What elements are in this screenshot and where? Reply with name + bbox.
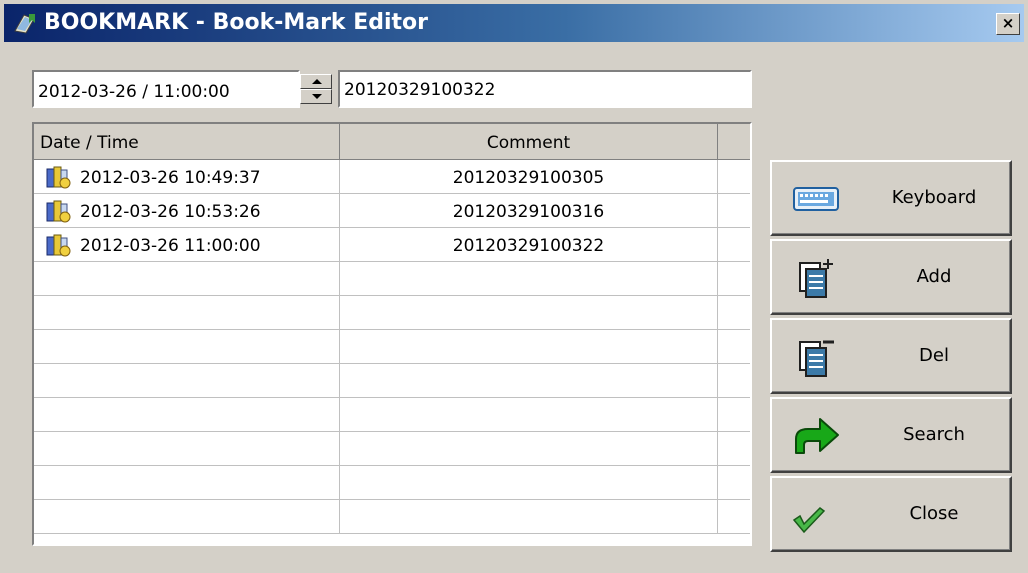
del-button-label: Del <box>919 345 949 366</box>
row-filler <box>718 296 750 329</box>
row-datetime <box>34 500 340 533</box>
keyboard-button[interactable]: Keyboard <box>770 160 1012 236</box>
row-datetime: 2012-03-26 10:49:37 <box>34 160 340 193</box>
bookmark-row-icon <box>46 234 71 257</box>
row-comment <box>340 330 718 363</box>
table-row[interactable] <box>34 466 750 500</box>
list-header: Date / Time Comment <box>34 124 750 160</box>
search-button-label: Search <box>903 424 965 445</box>
row-datetime <box>34 364 340 397</box>
table-row[interactable] <box>34 330 750 364</box>
search-button[interactable]: Search <box>770 397 1012 473</box>
row-filler <box>718 262 750 295</box>
spin-down-button[interactable] <box>300 89 332 104</box>
bookmark-row-icon <box>46 200 71 223</box>
chevron-up-icon <box>312 79 322 84</box>
row-datetime: 2012-03-26 10:53:26 <box>34 194 340 227</box>
close-icon[interactable]: × <box>996 13 1020 35</box>
row-filler <box>718 364 750 397</box>
table-row[interactable]: 2012-03-26 10:53:26 20120329100316 <box>34 194 750 228</box>
bookmark-app-icon <box>14 14 35 34</box>
row-comment <box>340 466 718 499</box>
window-title: BOOKMARK - Book-Mark Editor <box>44 10 429 35</box>
table-row[interactable]: 2012-03-26 10:49:37 20120329100305 <box>34 160 750 194</box>
row-comment: 20120329100316 <box>340 194 718 227</box>
row-comment: 20120329100322 <box>340 228 718 261</box>
add-button-label: Add <box>916 266 952 287</box>
chevron-down-icon <box>312 94 322 99</box>
close-button-label: Close <box>909 503 959 524</box>
table-row[interactable] <box>34 432 750 466</box>
title-bar[interactable]: BOOKMARK - Book-Mark Editor × <box>4 4 1024 42</box>
row-comment <box>340 432 718 465</box>
bookmark-row-icon <box>46 166 71 189</box>
row-datetime <box>34 330 340 363</box>
table-row[interactable]: 2012-03-26 11:00:00 20120329100322 <box>34 228 750 262</box>
add-page-icon <box>799 259 833 298</box>
row-filler <box>718 432 750 465</box>
spin-up-button[interactable] <box>300 74 332 89</box>
column-header-datetime[interactable]: Date / Time <box>34 124 340 159</box>
row-datetime-text: 2012-03-26 11:00:00 <box>80 236 261 256</box>
row-filler <box>718 500 750 533</box>
row-datetime <box>34 466 340 499</box>
row-comment <box>340 262 718 295</box>
row-datetime <box>34 262 340 295</box>
row-datetime <box>34 398 340 431</box>
row-filler <box>718 330 750 363</box>
keyboard-button-label: Keyboard <box>891 187 977 208</box>
table-row[interactable] <box>34 262 750 296</box>
table-row[interactable] <box>34 500 750 534</box>
checkmark-icon <box>792 507 826 534</box>
row-filler <box>718 466 750 499</box>
keyboard-icon <box>793 187 839 211</box>
row-comment: 20120329100305 <box>340 160 718 193</box>
row-datetime-text: 2012-03-26 10:53:26 <box>80 202 261 222</box>
row-filler <box>718 194 750 227</box>
del-button[interactable]: Del <box>770 318 1012 394</box>
bookmark-list[interactable]: Date / Time Comment 2012-03-26 10:49:37 2… <box>32 122 752 546</box>
row-comment <box>340 500 718 533</box>
bookmark-editor-window: BOOKMARK - Book-Mark Editor × 2012-03-26… <box>0 0 1028 573</box>
row-datetime <box>34 296 340 329</box>
row-comment <box>340 296 718 329</box>
column-header-filler <box>718 124 750 159</box>
row-filler <box>718 160 750 193</box>
datetime-spinner[interactable] <box>300 74 332 104</box>
row-datetime: 2012-03-26 11:00:00 <box>34 228 340 261</box>
comment-input[interactable]: 20120329100322 <box>338 70 752 108</box>
table-row[interactable] <box>34 364 750 398</box>
datetime-input[interactable]: 2012-03-26 / 11:00:00 <box>32 70 300 108</box>
row-datetime <box>34 432 340 465</box>
row-comment <box>340 398 718 431</box>
row-comment <box>340 364 718 397</box>
row-filler <box>718 228 750 261</box>
table-row[interactable] <box>34 296 750 330</box>
add-button[interactable]: Add <box>770 239 1012 315</box>
arrow-right-icon <box>795 418 839 454</box>
close-button[interactable]: Close <box>770 476 1012 552</box>
column-header-comment[interactable]: Comment <box>340 124 718 159</box>
delete-page-icon <box>799 340 834 377</box>
row-datetime-text: 2012-03-26 10:49:37 <box>80 168 261 188</box>
row-filler <box>718 398 750 431</box>
table-row[interactable] <box>34 398 750 432</box>
